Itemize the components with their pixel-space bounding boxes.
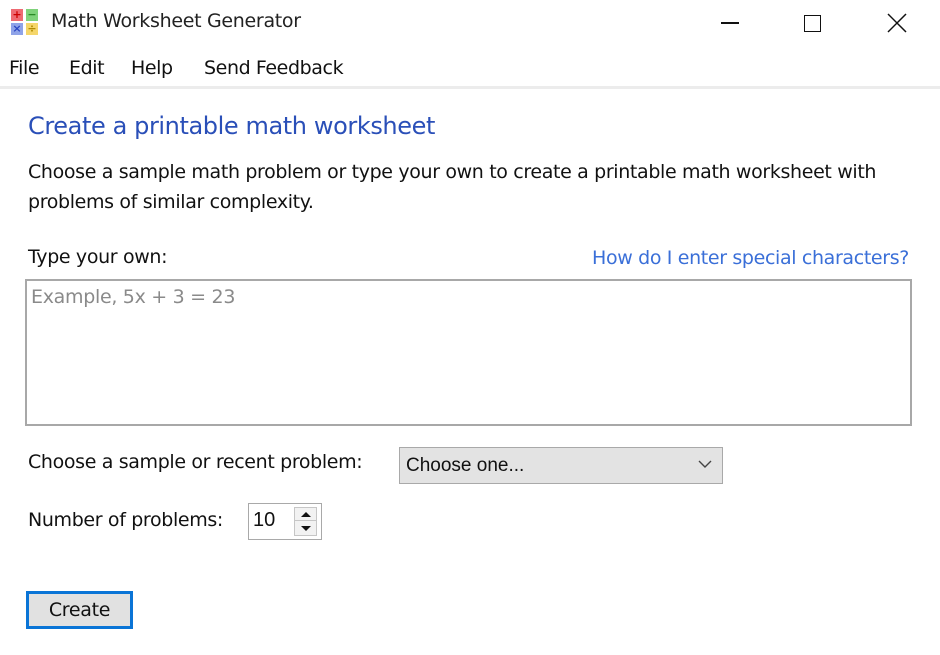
chevron-down-icon [698,460,712,468]
window-title: Math Worksheet Generator [51,10,301,32]
math-operators-icon: + − × ÷ [11,9,41,37]
close-button[interactable] [867,0,927,46]
main-panel: Create a printable math worksheet Choose… [0,89,940,655]
problem-count-input[interactable] [253,509,293,532]
minus-icon: − [26,8,38,21]
problem-input[interactable] [25,279,912,426]
menu-file[interactable]: File [9,57,40,79]
close-icon [887,13,907,33]
stepper-buttons [294,507,317,536]
menu-send-feedback[interactable]: Send Feedback [204,57,344,79]
multiply-icon: × [11,22,23,35]
arrow-down-icon [300,526,311,531]
minimize-icon [721,22,739,24]
sample-problem-selected: Choose one... [406,454,525,476]
minimize-button[interactable] [700,0,760,46]
sample-problem-label: Choose a sample or recent problem: [28,451,363,473]
divide-icon: ÷ [26,22,38,35]
page-description: Choose a sample math problem or type you… [28,161,877,213]
special-characters-help-link[interactable]: How do I enter special characters? [592,247,909,269]
sample-problem-dropdown[interactable]: Choose one... [399,447,723,484]
create-button[interactable]: Create [26,591,133,629]
page-title: Create a printable math worksheet [28,112,435,140]
maximize-button[interactable] [782,0,842,46]
type-own-label: Type your own: [28,246,168,268]
menu-bar: File Edit Help Send Feedback [0,52,940,86]
problem-count-stepper [248,503,322,540]
problem-count-label: Number of problems: [28,509,223,531]
menu-help[interactable]: Help [131,57,173,79]
arrow-up-icon [300,511,311,517]
menu-edit[interactable]: Edit [69,57,105,79]
increment-button[interactable] [295,508,316,521]
plus-icon: + [11,8,23,21]
maximize-icon [803,14,821,32]
title-bar: + − × ÷ Math Worksheet Generator [0,0,940,46]
decrement-button[interactable] [295,522,316,535]
